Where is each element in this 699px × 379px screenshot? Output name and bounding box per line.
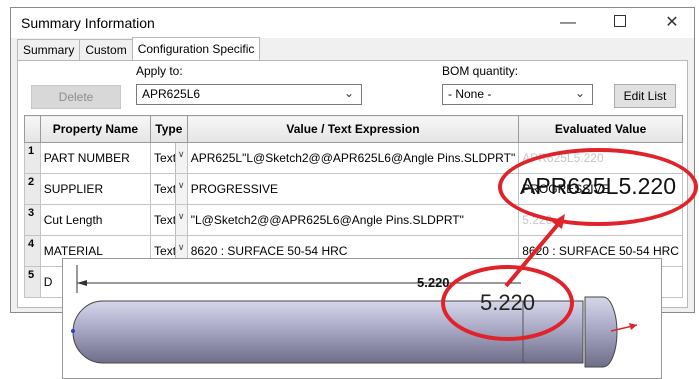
evaluated-value-callout: APR625L5.220 — [498, 148, 698, 226]
dimension-callout: 5.220 — [441, 265, 574, 341]
callout-dimension-text: 5.220 — [479, 290, 536, 315]
callout-evaluated-text: APR625L5.220 — [519, 173, 676, 199]
